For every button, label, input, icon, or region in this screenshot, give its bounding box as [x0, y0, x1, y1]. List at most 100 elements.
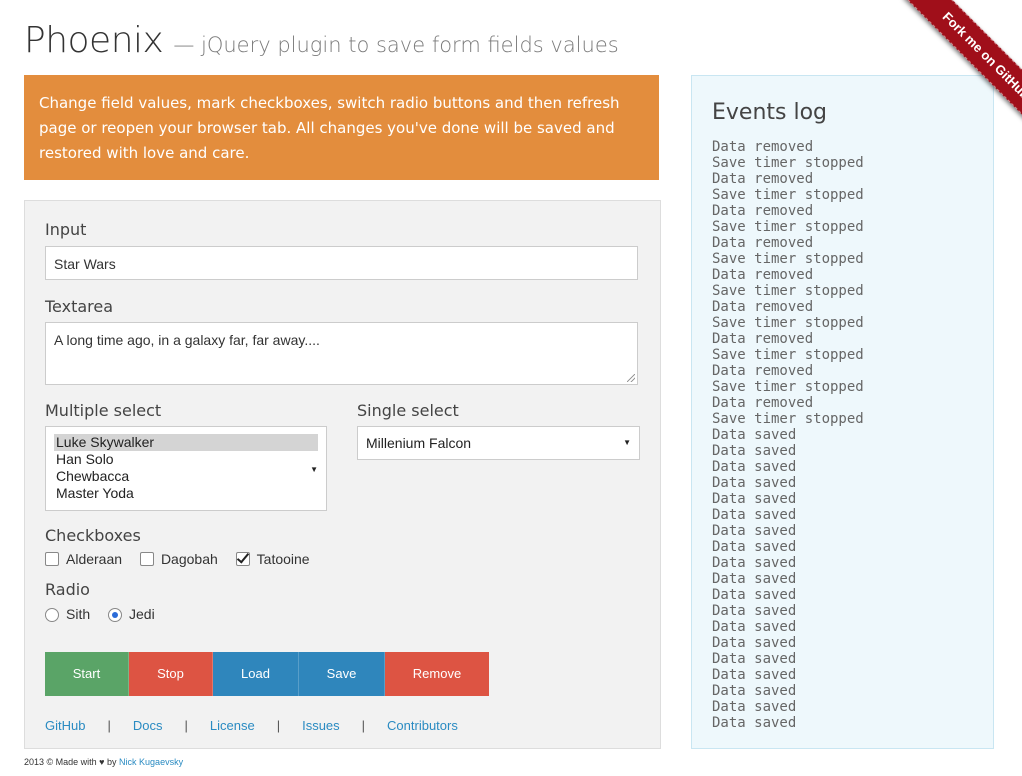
resize-grip-icon[interactable]	[627, 374, 635, 382]
log-entry: Data removed	[712, 267, 814, 283]
author-link[interactable]: Nick Kugaevsky	[119, 757, 183, 767]
link-contributors[interactable]: Contributors	[387, 718, 458, 733]
log-entry: Data saved	[712, 619, 797, 635]
log-entry: Data saved	[712, 635, 797, 651]
multi-select-option[interactable]: Luke Skywalker	[54, 434, 318, 451]
page: Phoenix — jQuery plugin to save form fiel…	[0, 0, 1022, 776]
log-entry: Data saved	[712, 555, 797, 571]
multiple-select[interactable]: Luke Skywalker Han Solo Chewbacca Master…	[45, 426, 327, 511]
log-entry: Data removed	[712, 299, 814, 315]
log-entry: Data removed	[712, 235, 814, 251]
link-separator: |	[361, 718, 366, 733]
single-select-label: Single select	[357, 401, 459, 420]
log-entry: Data removed	[712, 171, 814, 187]
caret-down-icon: ▼	[310, 465, 318, 474]
log-entry: Data saved	[712, 443, 797, 459]
log-entry: Data saved	[712, 667, 797, 683]
page-footer: 2013 © Made with ♥ by Nick Kugaevsky	[24, 757, 183, 767]
single-select-value: Millenium Falcon	[366, 435, 472, 451]
link-docs[interactable]: Docs	[133, 718, 163, 733]
github-ribbon: Fork me on GitHub	[872, 0, 1022, 150]
link-separator: |	[184, 718, 188, 733]
multi-select-option[interactable]: Chewbacca	[54, 468, 318, 485]
log-entry: Save timer stopped	[712, 251, 864, 267]
input-label: Input	[45, 220, 87, 239]
radio-jedi[interactable]: Jedi	[108, 606, 155, 623]
log-entry: Data saved	[712, 539, 797, 555]
log-entry: Save timer stopped	[712, 379, 864, 395]
log-entry: Data saved	[712, 491, 797, 507]
multi-select-option[interactable]: Han Solo	[54, 451, 318, 468]
checkbox-group: Alderaan Dagobah Tatooine	[45, 550, 324, 567]
log-entry: Save timer stopped	[712, 187, 864, 203]
page-title: Phoenix — jQuery plugin to save form fiel…	[24, 20, 619, 61]
checkbox-box[interactable]	[139, 552, 154, 567]
page-subtitle: — jQuery plugin to save form fields valu…	[173, 33, 619, 57]
log-entry: Save timer stopped	[712, 155, 864, 171]
action-buttons: Start Stop Load Save Remove	[45, 652, 489, 696]
radio-circle-selected[interactable]	[108, 608, 123, 623]
checkbox-label: Alderaan	[66, 551, 123, 568]
start-button[interactable]: Start	[45, 652, 129, 696]
intro-banner: Change field values, mark checkboxes, sw…	[24, 75, 659, 180]
events-log-title: Events log	[712, 100, 828, 125]
log-entry: Data saved	[712, 715, 797, 731]
form-panel: Input Star Wars Textarea A long time ago…	[24, 200, 661, 749]
checkbox-dagobah[interactable]: Dagobah	[139, 551, 218, 568]
radio-option-label: Sith	[66, 606, 91, 623]
link-separator: |	[107, 718, 111, 733]
caret-down-icon: ▼	[623, 438, 631, 447]
radio-circle[interactable]	[45, 608, 59, 623]
checkbox-tatooine[interactable]: Tatooine	[235, 551, 310, 568]
radio-group: Sith Jedi	[45, 605, 169, 623]
textarea-field[interactable]: A long time ago, in a galaxy far, far aw…	[45, 322, 638, 385]
log-entry: Save timer stopped	[712, 219, 864, 235]
log-entry: Save timer stopped	[712, 283, 864, 299]
log-entry: Data saved	[712, 651, 797, 667]
log-entry: Data saved	[712, 459, 797, 475]
footer-links: GitHub | Docs | License | Issues | Contributors	[45, 718, 458, 733]
remove-button[interactable]: Remove	[385, 652, 489, 696]
link-issues[interactable]: Issues	[302, 718, 340, 733]
log-entry: Data removed	[712, 395, 814, 411]
multi-select-option[interactable]: Master Yoda	[54, 485, 318, 502]
log-entry: Data saved	[712, 699, 797, 715]
textarea-value: A long time ago, in a galaxy far, far aw…	[54, 332, 320, 348]
log-entry: Data saved	[712, 571, 797, 587]
log-entry: Data removed	[712, 139, 814, 155]
log-entry: Data saved	[712, 603, 797, 619]
log-entry: Data saved	[712, 523, 797, 539]
text-input[interactable]: Star Wars	[45, 246, 638, 280]
log-entry: Save timer stopped	[712, 411, 864, 427]
log-entry: Data removed	[712, 331, 814, 347]
multi-select-label: Multiple select	[45, 401, 162, 420]
radio-option-label: Jedi	[129, 606, 155, 623]
checkbox-box[interactable]	[45, 552, 59, 567]
log-entry: Data saved	[712, 683, 797, 699]
checkbox-alderaan[interactable]: Alderaan	[45, 551, 122, 567]
log-entry: Save timer stopped	[712, 315, 864, 331]
log-entry: Data removed	[712, 363, 814, 379]
checkbox-label: Tatooine	[256, 551, 310, 568]
log-entry: Data removed	[712, 203, 814, 219]
load-button[interactable]: Load	[213, 652, 299, 696]
textarea-label: Textarea	[45, 297, 114, 316]
events-log-list: Data removed Save timer stopped Data remov…	[712, 139, 864, 731]
log-entry: Save timer stopped	[712, 347, 864, 363]
stop-button[interactable]: Stop	[129, 652, 213, 696]
checkbox-box-checked[interactable]	[235, 552, 250, 567]
checkbox-label: Dagobah	[160, 551, 218, 568]
fork-me-ribbon[interactable]: Fork me on GitHub	[903, 0, 1022, 139]
footer-text: 2013 © Made with ♥ by	[24, 757, 117, 767]
link-github[interactable]: GitHub	[45, 718, 85, 733]
link-license[interactable]: License	[210, 718, 255, 733]
checkboxes-label: Checkboxes	[45, 526, 141, 545]
radio-sith[interactable]: Sith	[45, 606, 91, 623]
events-log-panel: Events log Data removed Save timer stoppe…	[691, 75, 994, 749]
single-select[interactable]: Millenium Falcon ▼	[357, 426, 640, 460]
log-entry: Data saved	[712, 587, 797, 603]
log-entry: Data saved	[712, 507, 797, 523]
save-button[interactable]: Save	[299, 652, 385, 696]
log-entry: Data saved	[712, 427, 797, 443]
radio-label: Radio	[45, 580, 90, 599]
